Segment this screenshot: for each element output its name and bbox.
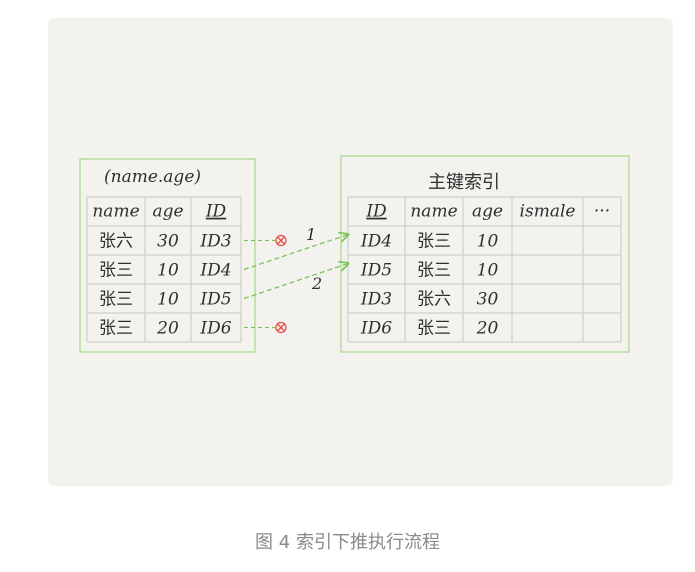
index_box-cell-1-1: 10 [157, 260, 179, 280]
pk_box-cell-0-1: 张三 [417, 231, 451, 251]
pk_box-header-2: age [472, 202, 503, 222]
primary-key-box: 主键索引 ID name age ismale ··· ID4 张三 10 ID5 张三 10 ID3… [340, 155, 630, 353]
pk_box-cell-2-1: 张六 [417, 289, 451, 309]
index_box-cell-3-2: ID6 [199, 318, 231, 338]
index_box-cell-0-2: ID3 [199, 231, 231, 251]
lookup-arrows: 12 [243, 225, 348, 334]
pk_box-header-4: ··· [594, 202, 610, 222]
index_box-cell-1-2: ID4 [199, 260, 231, 280]
pk-table: ID name age ismale ··· ID4 张三 10 ID5 张三 10 ID3 张六 30 I… [360, 202, 610, 339]
index_box-cell-3-0: 张三 [99, 318, 133, 338]
arrow-label-1: 1 [306, 225, 316, 244]
pk_box-cell-1-1: 张三 [417, 260, 451, 280]
pk_box-cell-3-2: 20 [476, 318, 499, 338]
pk_box-cell-2-2: 30 [477, 289, 499, 309]
pk_box-cell-0-0: ID4 [360, 231, 392, 251]
pk_box-cell-3-0: ID6 [360, 318, 392, 338]
arrow-label-2: 2 [311, 274, 322, 293]
diagram-panel: (name.age) name age ID 张六 30 ID3 张三 10 ID4 张三 10 ID… [48, 18, 673, 486]
lookup-arrow-1 [243, 235, 348, 271]
pk_box-cell-0-2: 10 [477, 231, 499, 251]
index-pushdown-diagram: (name.age) name age ID张六 30 ID3张三 10 ID4张三 10 ID… [79, 155, 630, 353]
index_box-cell-3-1: 20 [156, 318, 179, 338]
pk_box-cell-2-0: ID3 [360, 289, 392, 309]
index_box-cell-1-0: 张三 [99, 260, 133, 280]
index-table: name age ID 张六 30 ID3 张三 10 ID4 张三 10 ID5 张三 20 ID6 [92, 202, 231, 339]
lookup-arrow-2 [243, 264, 348, 300]
figure-caption: 图 4 索引下推执行流程 [255, 532, 440, 553]
index_box-cell-0-0: 张六 [99, 231, 133, 251]
index_box-header-1: age [152, 202, 183, 222]
pk-box-title: 主键索引 [428, 172, 500, 193]
pk_box-header-3: ismale [520, 202, 576, 222]
index_box-cell-2-2: ID5 [199, 289, 231, 309]
index_box-cell-0-1: 30 [157, 231, 179, 251]
pk_box-cell-1-0: ID5 [360, 260, 392, 280]
index_box-header-0: name [92, 202, 139, 222]
pk_box-cell-1-2: 10 [477, 260, 499, 280]
index-box-title: (name.age) [104, 167, 201, 187]
index_box-header-2: ID [205, 202, 227, 222]
pk_box-header-0: ID [365, 202, 387, 222]
index_box-cell-2-1: 10 [157, 289, 179, 309]
secondary-index-box: (name.age) name age ID 张六 30 ID3 张三 10 ID4 张三 10 ID… [79, 158, 256, 353]
index_box-cell-2-0: 张三 [99, 289, 133, 309]
pk_box-header-1: name [410, 202, 457, 222]
pk_box-cell-3-1: 张三 [417, 318, 451, 338]
